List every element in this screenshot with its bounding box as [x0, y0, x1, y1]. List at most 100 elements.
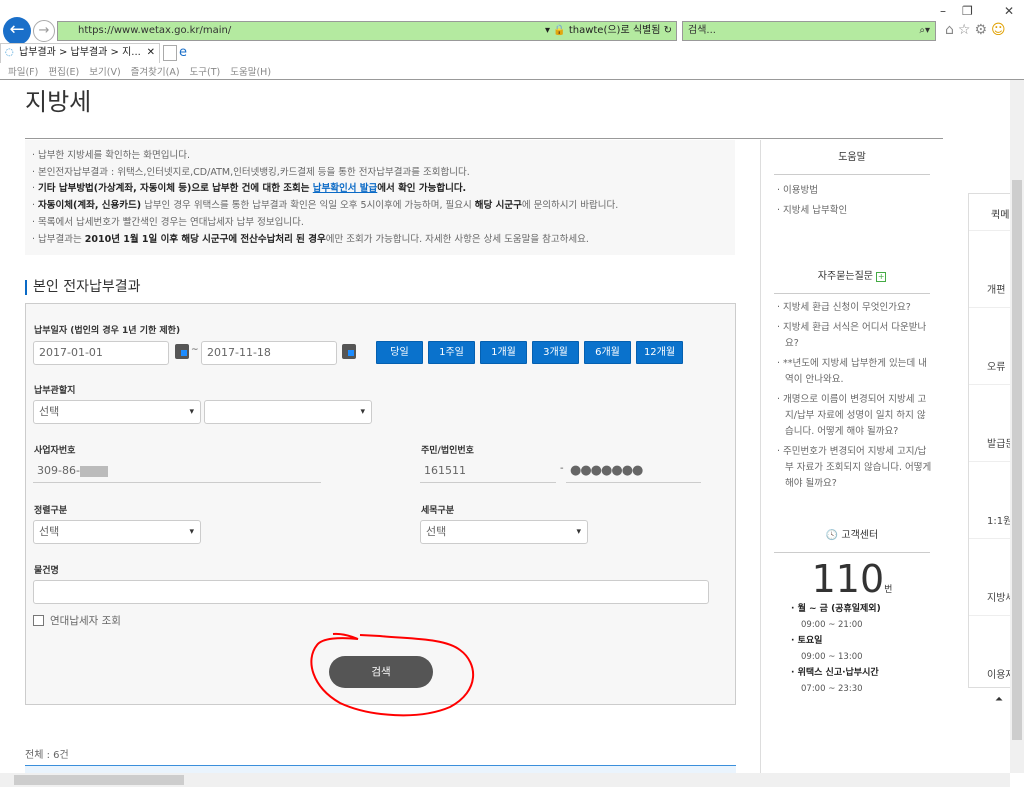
faq-item[interactable]: · **년도에 지방세 납부한게 있는데 내역이 안나와요. — [761, 356, 943, 388]
quick-item[interactable]: 오류 — [969, 308, 1010, 385]
gear-icon[interactable]: ⚙ — [974, 22, 991, 38]
tax-type-select[interactable]: 선택 — [420, 520, 588, 544]
info-box: · 납부한 지방세를 확인하는 화면입니다. · 본인전자납부결과 : 위택스,… — [25, 140, 735, 255]
forward-button[interactable]: → — [33, 20, 55, 42]
menu-edit[interactable]: 편집(E) — [48, 67, 79, 78]
quick-item[interactable]: 발급문 — [969, 385, 1010, 462]
scroll-top-icon[interactable]: ⏶ — [995, 694, 1003, 705]
search-box[interactable]: 검색... ⌕▾ — [682, 21, 936, 41]
menu-help[interactable]: 도움말(H) — [230, 67, 271, 78]
faq-item[interactable]: · 개명으로 이름이 변경되어 지방세 고지/납부 자료에 성명이 일치 하지 … — [761, 392, 943, 440]
horizontal-scrollbar[interactable] — [0, 773, 1010, 787]
id-front-input[interactable]: 161511 — [420, 459, 556, 483]
scroll-thumb-h[interactable] — [14, 775, 184, 785]
search-placeholder: 검색... — [688, 25, 716, 36]
restore-button[interactable]: ❐ — [962, 4, 973, 18]
range-today-button[interactable]: 당일 — [376, 341, 423, 364]
biz-number-label: 사업자번호 — [34, 446, 76, 456]
range-6month-button[interactable]: 6개월 — [584, 341, 631, 364]
hours-list: · 월 ~ 금 (공휴일제외) 09:00 ~ 21:00 · 토요일 09:00 … — [791, 604, 881, 694]
item-name-label: 물건명 — [34, 566, 59, 576]
address-bar[interactable]: https://www.wetax.go.kr/main/ ▾ 🔒 thawte… — [57, 21, 677, 41]
customer-center-title: 고객센터 — [841, 530, 879, 541]
cert-text: thawte(으)로 식별됨 — [568, 25, 661, 36]
section-title: 본인 전자납부결과 — [25, 280, 141, 295]
range-12month-button[interactable]: 12개월 — [636, 341, 683, 364]
item-name-input[interactable] — [33, 580, 709, 604]
info-line: · 기타 납부방법(가상계좌, 자동이체 등)으로 납부한 건에 대한 조회는 … — [32, 183, 467, 195]
help-link[interactable]: · 지방세 납부확인 — [761, 203, 943, 219]
cert-indicator[interactable]: ▾ 🔒 thawte(으)로 식별됨 ↻ — [545, 22, 672, 40]
vertical-scrollbar[interactable] — [1010, 80, 1024, 773]
range-3month-button[interactable]: 3개월 — [532, 341, 579, 364]
results-table-header — [25, 765, 736, 773]
smiley-icon[interactable]: ☺ — [991, 22, 1010, 38]
quick-item[interactable]: 1:1원 — [969, 462, 1010, 539]
joint-taxpayer-checkbox[interactable] — [33, 615, 44, 626]
faq-header: 자주묻는질문 + — [774, 259, 930, 294]
toolbar-icons[interactable]: ⌂☆⚙☺ — [945, 22, 1010, 38]
sort-select[interactable]: 선택 — [33, 520, 201, 544]
close-tab-icon[interactable]: ✕ — [147, 44, 155, 62]
quick-menu: 퀵메 개편 오류 발급문 1:1원 지방세 이용자 — [968, 193, 1010, 688]
plus-icon[interactable]: + — [876, 272, 887, 282]
page-title: 지방세 — [25, 88, 92, 116]
close-window-button[interactable]: ✕ — [1004, 4, 1014, 18]
quick-menu-title: 퀵메 — [969, 194, 1010, 231]
total-count: 전체 : 6건 — [25, 750, 69, 761]
scroll-thumb[interactable] — [1012, 180, 1022, 740]
region-select-2[interactable] — [204, 400, 372, 424]
region-select-1[interactable]: 선택 — [33, 400, 201, 424]
home-icon[interactable]: ⌂ — [945, 22, 958, 38]
date-from-input[interactable]: 2017-01-01 — [33, 341, 169, 365]
tab-title: 납부결과 > 납부결과 > 지... — [19, 47, 141, 58]
id-separator: - — [560, 463, 564, 474]
phone-number: 110번 — [811, 557, 893, 601]
ie-logo-icon[interactable]: e — [179, 45, 187, 60]
url-text: https://www.wetax.go.kr/main/ — [78, 25, 232, 36]
red-annotation-circle — [310, 632, 474, 717]
info-line: · 목록에서 납세번호가 빨간색인 경우는 연대납세자 납부 정보입니다. — [32, 216, 304, 228]
range-1week-button[interactable]: 1주일 — [428, 341, 475, 364]
payment-cert-link[interactable]: 납부확인서 발급 — [313, 183, 378, 194]
region-label: 납부관할지 — [34, 386, 76, 396]
browser-chrome: ← → https://www.wetax.go.kr/main/ ▾ 🔒 th… — [0, 0, 1024, 80]
menu-favorites[interactable]: 즐겨찾기(A) — [131, 67, 180, 78]
divider — [25, 138, 943, 139]
help-link[interactable]: · 이용방법 — [761, 183, 943, 199]
info-line: · 납부결과는 2010년 1월 1일 이후 해당 시군구에 전산수납처리 된 … — [32, 233, 589, 245]
range-1month-button[interactable]: 1개월 — [480, 341, 527, 364]
minimize-button[interactable]: – — [940, 4, 946, 18]
tax-type-label: 세목구분 — [421, 506, 455, 516]
biz-number-value: 309-86- — [37, 464, 80, 477]
biz-number-input[interactable]: 309-86- — [33, 459, 321, 483]
date-label: 납부일자 (법인의 경우 1년 기한 제한) — [34, 326, 181, 336]
search-icon[interactable]: ⌕▾ — [919, 22, 930, 40]
menu-tools[interactable]: 도구(T) — [190, 67, 221, 78]
right-sidebar: 도움말 · 이용방법 · 지방세 납부확인 자주묻는질문 + · 지방세 환급 … — [760, 140, 943, 780]
sort-label: 정렬구분 — [34, 506, 68, 516]
calendar-icon[interactable] — [342, 344, 356, 359]
menu-file[interactable]: 파일(F) — [8, 67, 38, 78]
info-line: · 납부한 지방세를 확인하는 화면입니다. — [32, 150, 190, 161]
back-button[interactable]: ← — [3, 17, 31, 45]
info-line: · 자동이체(계좌, 신용카드) 납부인 경우 위택스를 통한 납부결과 확인은… — [32, 200, 619, 212]
id-back-input[interactable]: ●●●●●●● — [566, 459, 701, 483]
star-icon[interactable]: ☆ — [958, 22, 975, 38]
joint-taxpayer-label: 연대납세자 조회 — [50, 615, 121, 627]
faq-item[interactable]: · 지방세 환급 서식은 어디서 다운받나요? — [761, 320, 943, 352]
quick-item[interactable]: 개편 — [969, 231, 1010, 308]
new-tab-button[interactable] — [163, 45, 177, 61]
date-to-input[interactable]: 2017-11-18 — [201, 341, 337, 365]
calendar-icon[interactable] — [175, 344, 189, 359]
tab-active[interactable]: ◌ 납부결과 > 납부결과 > 지... ✕ — [0, 43, 160, 63]
date-separator: ~ — [191, 345, 199, 355]
quick-item[interactable]: 이용자 — [969, 616, 1010, 687]
quick-item[interactable]: 지방세 — [969, 539, 1010, 616]
faq-title: 자주묻는질문 — [817, 271, 873, 282]
faq-item[interactable]: · 지방세 환급 신청이 무엇인가요? — [761, 300, 943, 316]
menu-view[interactable]: 보기(V) — [89, 67, 120, 78]
faq-item[interactable]: · 주민번호가 변경되어 지방세 고지/납부 자료가 조회되지 않습니다. 어떻… — [761, 444, 943, 492]
id-number-label: 주민/법인번호 — [421, 446, 474, 456]
clock-icon: 🕓 — [825, 530, 839, 541]
